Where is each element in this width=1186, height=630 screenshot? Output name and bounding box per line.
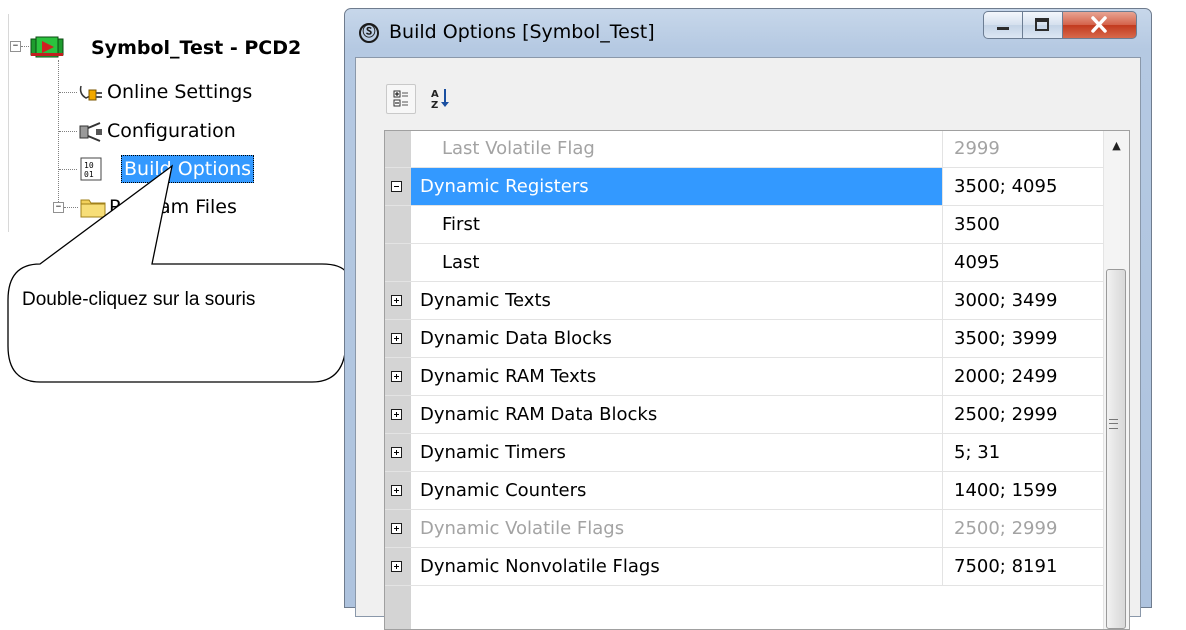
expand-icon[interactable] bbox=[391, 485, 402, 496]
property-name: Last Volatile Flag bbox=[411, 131, 943, 167]
property-name: Dynamic Texts bbox=[411, 282, 943, 319]
property-value[interactable]: 7500; 8191 bbox=[944, 548, 1105, 585]
property-value[interactable]: 5; 31 bbox=[944, 434, 1105, 471]
app-logo-icon: Ⓢ bbox=[359, 23, 379, 43]
tree-root-node[interactable]: Symbol_Test - PCD2 bbox=[88, 34, 304, 62]
expand-icon[interactable] bbox=[391, 295, 402, 306]
folder-icon bbox=[80, 199, 106, 218]
property-row[interactable]: Dynamic Timers 5; 31 bbox=[385, 434, 1105, 472]
program-files-collapse-toggle[interactable]: − bbox=[53, 202, 64, 213]
svg-text:10: 10 bbox=[84, 161, 94, 170]
close-button[interactable] bbox=[1063, 11, 1137, 39]
tree-item-label: Configuration bbox=[107, 120, 236, 142]
property-value[interactable]: 2999 bbox=[944, 131, 1105, 167]
plug-icon bbox=[79, 85, 102, 101]
scrollbar-thumb[interactable] bbox=[1106, 269, 1126, 629]
build-options-window: Ⓢ Build Options [Symbol_Test] A Z Last V… bbox=[344, 8, 1152, 630]
property-name: Dynamic Registers bbox=[411, 168, 943, 205]
maximize-button[interactable] bbox=[1023, 11, 1063, 39]
property-name: Dynamic Data Blocks bbox=[411, 320, 943, 357]
property-row[interactable]: Dynamic Volatile Flags 2500; 2999 bbox=[385, 510, 1105, 548]
configuration-icon bbox=[79, 122, 102, 142]
expand-icon[interactable] bbox=[391, 561, 402, 572]
property-value[interactable]: 2000; 2499 bbox=[944, 358, 1105, 395]
scrollbar-grip-icon bbox=[1109, 419, 1118, 429]
property-row[interactable]: Dynamic Data Blocks 3500; 3999 bbox=[385, 320, 1105, 358]
scroll-up-arrow-icon[interactable]: ▲ bbox=[1104, 131, 1129, 161]
expand-icon[interactable] bbox=[391, 333, 402, 344]
tree-item-online-settings[interactable]: Online Settings bbox=[104, 78, 255, 106]
window-title: Build Options [Symbol_Test] bbox=[389, 21, 655, 43]
expand-icon[interactable] bbox=[391, 523, 402, 534]
property-row[interactable]: Dynamic Counters 1400; 1599 bbox=[385, 472, 1105, 510]
property-value[interactable]: 2500; 2999 bbox=[944, 396, 1105, 433]
property-value[interactable]: 3000; 3499 bbox=[944, 282, 1105, 319]
project-tree: − Symbol_Test - PCD2 Online Settings Con… bbox=[0, 0, 340, 240]
property-name: Dynamic RAM Data Blocks bbox=[411, 396, 943, 433]
vertical-scrollbar[interactable]: ▲ bbox=[1103, 131, 1129, 629]
categorized-view-icon bbox=[393, 90, 408, 107]
property-name: Last bbox=[411, 244, 943, 281]
window-client-area: A Z Last Volatile Flag 2999 Dynamic Regist… bbox=[355, 57, 1141, 630]
build-options-icon: 10 01 bbox=[80, 157, 102, 181]
property-name: Dynamic Timers bbox=[411, 434, 943, 471]
property-row[interactable]: Last 4095 bbox=[385, 244, 1105, 282]
tree-item-label: Build Options bbox=[121, 155, 255, 183]
property-value[interactable]: 4095 bbox=[944, 244, 1105, 281]
sort-az-icon: A Z bbox=[431, 89, 449, 111]
svg-text:A: A bbox=[431, 89, 439, 100]
property-value[interactable]: 3500; 4095 bbox=[944, 168, 1105, 205]
expand-icon[interactable] bbox=[391, 371, 402, 382]
categorized-view-button[interactable] bbox=[386, 84, 416, 114]
property-value[interactable]: 3500; 3999 bbox=[944, 320, 1105, 357]
tree-item-label: Program Files bbox=[109, 196, 237, 218]
property-grid: Last Volatile Flag 2999 Dynamic Registers 3… bbox=[384, 130, 1130, 630]
property-row[interactable]: Last Volatile Flag 2999 bbox=[385, 131, 1105, 168]
property-name: Dynamic Counters bbox=[411, 472, 943, 509]
tree-item-configuration[interactable]: Configuration bbox=[104, 117, 239, 145]
tree-item-build-options[interactable]: Build Options bbox=[121, 155, 255, 183]
collapse-icon[interactable] bbox=[391, 181, 402, 192]
property-row[interactable]: Dynamic Registers 3500; 4095 bbox=[385, 168, 1105, 206]
svg-text:Z: Z bbox=[431, 100, 438, 111]
property-row[interactable]: Dynamic Texts 3000; 3499 bbox=[385, 282, 1105, 320]
property-value[interactable]: 3500 bbox=[944, 206, 1105, 243]
expand-icon[interactable] bbox=[391, 447, 402, 458]
tree-item-program-files[interactable]: Program Files bbox=[106, 193, 240, 221]
tree-item-label: Online Settings bbox=[107, 81, 253, 103]
property-row[interactable]: Dynamic RAM Data Blocks 2500; 2999 bbox=[385, 396, 1105, 434]
svg-text:01: 01 bbox=[84, 170, 94, 179]
property-name: Dynamic Nonvolatile Flags bbox=[411, 548, 943, 585]
property-row[interactable]: Dynamic Nonvolatile Flags 7500; 8191 bbox=[385, 548, 1105, 586]
maximize-icon bbox=[1035, 18, 1049, 31]
tree-root-line bbox=[8, 14, 9, 232]
tree-root-label: Symbol_Test - PCD2 bbox=[91, 37, 302, 59]
minimize-icon bbox=[997, 27, 1009, 30]
property-row[interactable]: First 3500 bbox=[385, 206, 1105, 244]
caption-buttons bbox=[983, 11, 1137, 39]
property-name: First bbox=[411, 206, 943, 243]
close-icon bbox=[1091, 16, 1107, 33]
expand-icon[interactable] bbox=[391, 409, 402, 420]
callout-text: Double-cliquez sur la souris bbox=[22, 289, 256, 310]
pcd-device-icon bbox=[30, 36, 64, 58]
property-value[interactable]: 1400; 1599 bbox=[944, 472, 1105, 509]
alphabetical-sort-button[interactable]: A Z bbox=[426, 84, 456, 114]
property-name: Dynamic RAM Texts bbox=[411, 358, 943, 395]
minimize-button[interactable] bbox=[983, 11, 1023, 39]
title-bar[interactable]: Ⓢ Build Options [Symbol_Test] bbox=[345, 9, 1151, 57]
property-value[interactable]: 2500; 2999 bbox=[944, 510, 1105, 547]
property-grid-toolbar: A Z bbox=[386, 84, 456, 118]
property-row[interactable]: Dynamic RAM Texts 2000; 2499 bbox=[385, 358, 1105, 396]
property-name: Dynamic Volatile Flags bbox=[411, 510, 943, 547]
root-collapse-toggle[interactable]: − bbox=[10, 41, 21, 52]
